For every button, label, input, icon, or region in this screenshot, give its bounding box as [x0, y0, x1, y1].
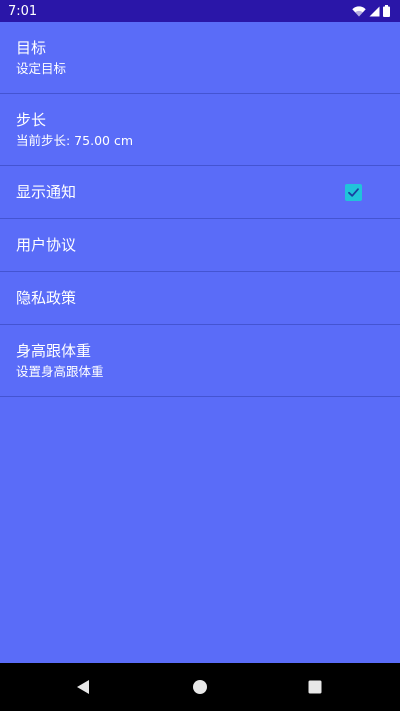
wifi-icon: [352, 5, 366, 17]
pref-height-weight-title: 身高跟体重: [16, 341, 92, 360]
pref-show-notification[interactable]: 显示通知: [0, 166, 400, 219]
pref-privacy-policy[interactable]: 隐私政策: [0, 272, 400, 325]
back-icon[interactable]: [76, 679, 90, 695]
checkmark-icon: [348, 187, 359, 197]
pref-goal-summary: 设定目标: [16, 60, 67, 76]
settings-list: 目标 设定目标 步长 当前步长: 75.00 cm 显示通知 用户协议 隐私政策: [0, 22, 400, 397]
cell-signal-icon: [369, 6, 380, 17]
home-icon[interactable]: [193, 680, 208, 695]
notification-checkbox[interactable]: [345, 183, 362, 201]
status-time: 7:01: [8, 3, 38, 19]
status-icons: [352, 5, 390, 17]
status-bar: 7:01: [0, 0, 400, 22]
pref-user-agreement[interactable]: 用户协议: [0, 219, 400, 272]
pref-step-length-text: 步长 当前步长: 75.00 cm: [16, 110, 133, 150]
pref-goal-text: 目标 设定目标: [16, 38, 66, 78]
pref-step-length-title: 步长: [16, 110, 47, 129]
pref-goal-title: 目标: [16, 38, 47, 57]
recents-icon[interactable]: [308, 680, 322, 694]
pref-privacy-policy-title: 隐私政策: [16, 289, 77, 307]
pref-height-weight-text: 身高跟体重 设置身高跟体重: [16, 341, 104, 381]
pref-user-agreement-title: 用户协议: [16, 236, 77, 254]
pref-step-length[interactable]: 步长 当前步长: 75.00 cm: [0, 94, 400, 166]
pref-show-notification-title: 显示通知: [16, 183, 77, 201]
pref-privacy-policy-text: 隐私政策: [16, 288, 76, 308]
pref-step-length-summary: 当前步长: 75.00 cm: [16, 132, 133, 148]
pref-show-notification-text: 显示通知: [16, 182, 76, 202]
battery-icon: [383, 5, 390, 17]
pref-height-weight-summary: 设置身高跟体重: [16, 363, 104, 379]
pref-goal[interactable]: 目标 设定目标: [0, 22, 400, 94]
pref-user-agreement-text: 用户协议: [16, 235, 76, 255]
navigation-bar: [0, 663, 400, 711]
pref-height-weight[interactable]: 身高跟体重 设置身高跟体重: [0, 325, 400, 397]
